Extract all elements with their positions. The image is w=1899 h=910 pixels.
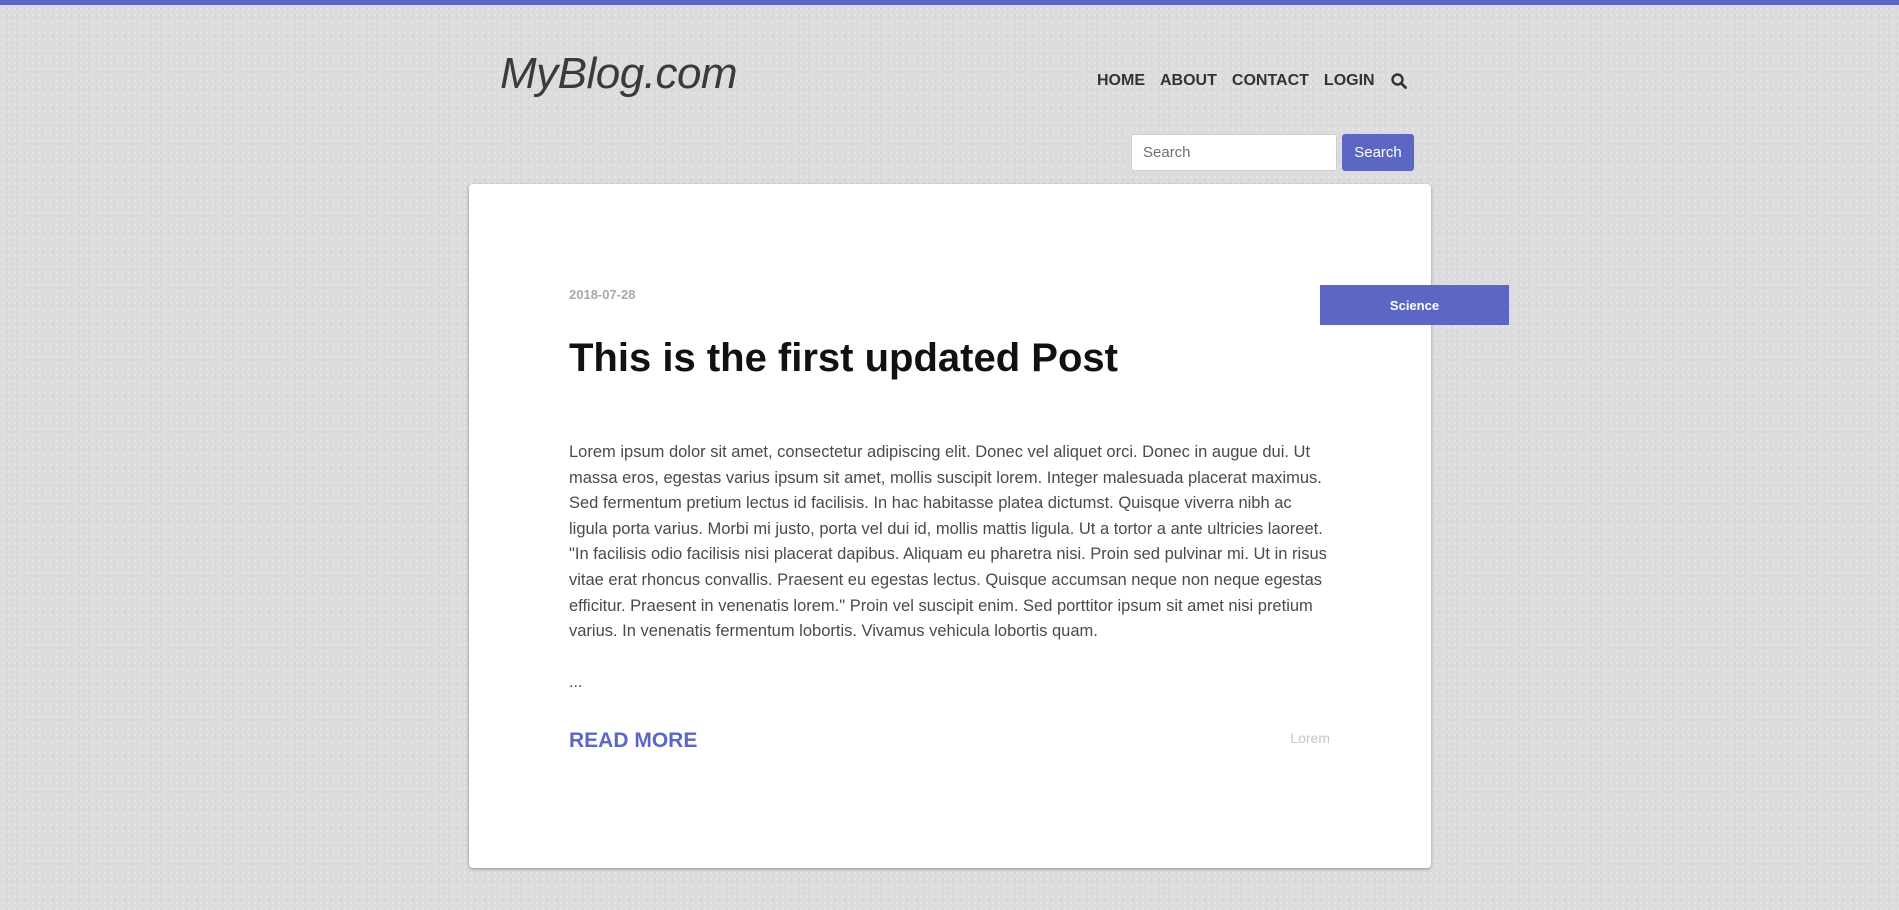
site-logo[interactable]: MyBlog.com xyxy=(500,48,738,100)
nav-contact[interactable]: CONTACT xyxy=(1232,71,1309,91)
post-title[interactable]: This is the first updated Post xyxy=(569,334,1118,382)
post-card: 2018-07-28 This is the first updated Pos… xyxy=(469,184,1431,868)
post-ellipsis: ... xyxy=(569,674,583,691)
post-excerpt: Lorem ipsum dolor sit amet, consectetur … xyxy=(569,443,1327,641)
post-tag[interactable]: Lorem xyxy=(1290,730,1330,746)
post-date: 2018-07-28 xyxy=(569,287,636,302)
search-input[interactable] xyxy=(1131,134,1337,171)
read-more-link[interactable]: READ MORE xyxy=(569,729,697,753)
top-accent-bar xyxy=(0,0,1899,5)
search-button[interactable]: Search xyxy=(1342,134,1414,171)
nav-home[interactable]: HOME xyxy=(1097,71,1145,91)
nav-login[interactable]: LOGIN xyxy=(1324,71,1375,91)
main-nav: HOME ABOUT CONTACT LOGIN xyxy=(1097,71,1408,91)
category-badge[interactable]: Science xyxy=(1320,285,1509,325)
nav-about[interactable]: ABOUT xyxy=(1160,71,1217,91)
search-icon[interactable] xyxy=(1390,72,1408,90)
